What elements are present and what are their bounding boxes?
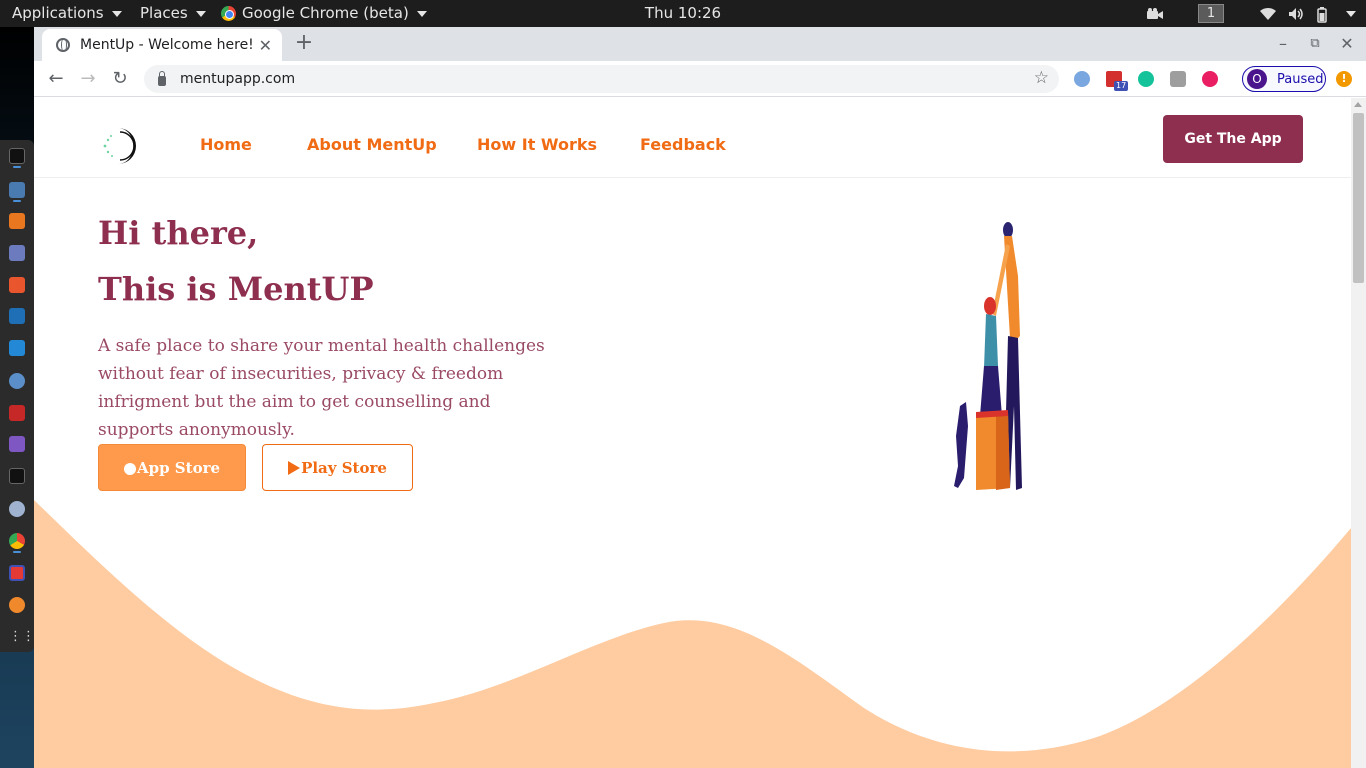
- app-store-button[interactable]: App Store: [98, 444, 246, 491]
- chevron-down-icon: [111, 10, 122, 17]
- app-grid-icon[interactable]: ⋮⋮: [9, 629, 35, 645]
- system-top-bar: Applications Places Google Chrome (beta)…: [0, 0, 1366, 27]
- places-label: Places: [140, 4, 188, 22]
- scrollbar-thumb[interactable]: [1353, 113, 1364, 283]
- active-app-menu[interactable]: Google Chrome (beta): [221, 0, 427, 27]
- hero-illustration: [952, 216, 1032, 494]
- close-window-icon[interactable]: ✕: [1336, 34, 1358, 54]
- maltego-app-icon[interactable]: [9, 308, 25, 324]
- places-menu[interactable]: Places: [140, 0, 206, 27]
- grammarly-icon[interactable]: [1138, 71, 1154, 87]
- play-store-button[interactable]: Play Store: [262, 444, 413, 491]
- avatar: O: [1247, 69, 1267, 89]
- wifi-icon[interactable]: [1260, 7, 1276, 21]
- minimize-icon[interactable]: –: [1272, 34, 1294, 54]
- terminal-2-app-icon[interactable]: [9, 468, 25, 484]
- tab-strip: MentUp - Welcome here! ✕ + – ⧉ ✕: [34, 27, 1366, 61]
- chrome-app-icon[interactable]: [9, 533, 25, 549]
- eye-app-icon[interactable]: [9, 373, 25, 389]
- image-viewer-app-icon[interactable]: [9, 436, 25, 452]
- vscode-app-icon[interactable]: [9, 340, 25, 356]
- play-store-label: Play Store: [301, 458, 387, 477]
- site-header: Home About MentUp How It Works Feedback …: [34, 98, 1351, 178]
- lock-icon[interactable]: [158, 71, 166, 86]
- profile-button[interactable]: O Paused: [1242, 66, 1326, 92]
- back-icon[interactable]: ←: [44, 67, 68, 91]
- update-alert-icon[interactable]: !: [1336, 71, 1352, 87]
- camera-icon[interactable]: [1146, 7, 1163, 21]
- active-app-label: Google Chrome (beta): [242, 4, 409, 22]
- chrome-icon: [221, 6, 236, 21]
- restore-icon[interactable]: ⧉: [1304, 34, 1326, 54]
- hero-title: This is MentUP: [98, 270, 374, 308]
- nav-home-link[interactable]: Home: [200, 135, 252, 154]
- url-text: mentupapp.com: [180, 71, 296, 87]
- nav-how-link[interactable]: How It Works: [477, 135, 597, 154]
- globe-icon: [56, 38, 70, 52]
- browser-window: MentUp - Welcome here! ✕ + – ⧉ ✕ ← → ↻ m…: [34, 27, 1366, 768]
- clock[interactable]: Thu 10:26: [645, 4, 721, 22]
- burp-app-icon[interactable]: [9, 277, 25, 293]
- nav-feedback-link[interactable]: Feedback: [640, 135, 726, 154]
- files-app-icon[interactable]: [9, 182, 25, 198]
- text-editor-app-icon[interactable]: [9, 245, 25, 261]
- profile-status: Paused: [1277, 71, 1324, 87]
- volume-icon[interactable]: [1288, 7, 1304, 21]
- intellij-app-icon[interactable]: [9, 565, 25, 581]
- tab-title: MentUp - Welcome here!: [80, 37, 254, 53]
- firefox-app-icon[interactable]: [9, 213, 25, 229]
- workspace-indicator[interactable]: 1: [1198, 4, 1224, 23]
- scroll-up-icon[interactable]: [1354, 102, 1362, 107]
- forward-icon[interactable]: →: [76, 67, 100, 91]
- chevron-down-icon: [416, 10, 427, 17]
- app-store-label: App Store: [136, 458, 221, 477]
- applications-label: Applications: [12, 4, 104, 22]
- mentup-logo[interactable]: [98, 126, 138, 166]
- extension-badge: 17: [1114, 81, 1129, 91]
- bookmark-star-icon[interactable]: ☆: [1034, 68, 1049, 88]
- decorative-wave: [34, 498, 1351, 768]
- media-app-icon[interactable]: [9, 501, 25, 517]
- media-extension-icon[interactable]: [1202, 71, 1218, 87]
- close-tab-icon[interactable]: ✕: [259, 36, 272, 55]
- play-icon: [288, 460, 301, 475]
- hero-greeting: Hi there,: [98, 214, 259, 252]
- app-dock: ⋮⋮: [0, 140, 35, 652]
- compass-app-icon[interactable]: [9, 597, 25, 613]
- get-the-app-button[interactable]: Get The App: [1163, 115, 1303, 163]
- cherry-app-icon[interactable]: [9, 405, 25, 421]
- web-page: Home About MentUp How It Works Feedback …: [34, 98, 1351, 768]
- address-bar[interactable]: mentupapp.com ☆: [144, 65, 1059, 93]
- browser-toolbar: ← → ↻ mentupapp.com ☆ 17 O Paused !: [34, 61, 1366, 97]
- chevron-down-icon: [195, 10, 206, 17]
- new-tab-button[interactable]: +: [292, 32, 316, 56]
- page-scrollbar[interactable]: [1351, 98, 1366, 768]
- copy-extension-icon[interactable]: [1170, 71, 1186, 87]
- system-tray: 1: [1146, 0, 1356, 27]
- chevron-down-icon[interactable]: [1346, 10, 1356, 17]
- running-indicator: [13, 200, 21, 202]
- battery-icon[interactable]: [1316, 6, 1332, 23]
- running-indicator: [13, 551, 21, 553]
- extension-pen-icon[interactable]: [1074, 71, 1090, 87]
- terminal-app-icon[interactable]: [9, 148, 25, 164]
- hero-description: A safe place to share your mental health…: [98, 336, 545, 440]
- apple-icon: [123, 462, 136, 475]
- reload-icon[interactable]: ↻: [108, 67, 132, 91]
- running-indicator: [13, 166, 21, 168]
- tab-mentup[interactable]: MentUp - Welcome here! ✕: [42, 29, 282, 61]
- applications-menu[interactable]: Applications: [12, 0, 122, 27]
- nav-about-link[interactable]: About MentUp: [307, 135, 437, 154]
